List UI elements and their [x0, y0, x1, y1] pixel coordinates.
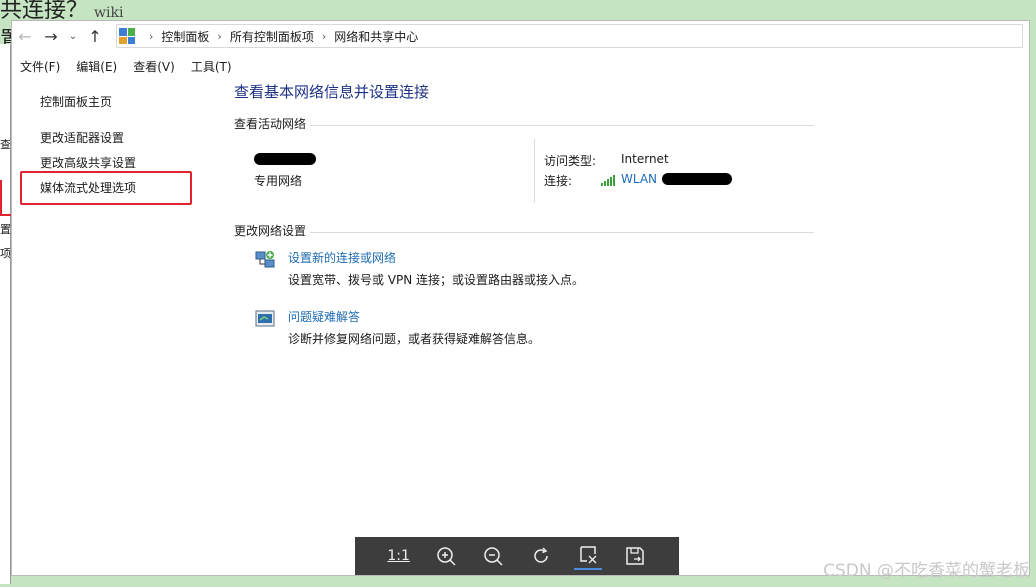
breadcrumb-item[interactable]: 控制面板: [161, 28, 209, 45]
save-button[interactable]: [621, 542, 649, 570]
rotate-icon: [533, 547, 548, 563]
menu-view[interactable]: 查看(V): [125, 57, 183, 77]
section-divider: [310, 125, 814, 126]
breadcrumb-item[interactable]: 网络和共享中心: [334, 28, 418, 45]
background-fragment: 项: [0, 248, 11, 260]
up-button[interactable]: ↑: [82, 22, 108, 50]
redacted-network-name: [254, 153, 316, 165]
background-window-strip: 查 置 项: [0, 44, 11, 584]
troubleshoot-icon: [254, 308, 276, 330]
sidebar-item-change-advanced-sharing[interactable]: 更改高级共享设置: [40, 154, 136, 171]
menu-tools[interactable]: 工具(T): [183, 57, 240, 77]
menu-file[interactable]: 文件(F): [12, 57, 68, 77]
troubleshoot-link[interactable]: 问题疑难解答: [288, 308, 360, 325]
menu-edit[interactable]: 编辑(E): [68, 57, 125, 77]
up-arrow-icon: ↑: [88, 26, 102, 46]
section-divider: [310, 232, 814, 233]
address-field[interactable]: › 控制面板 › 所有控制面板项 › 网络和共享中心: [116, 24, 1023, 48]
back-button[interactable]: ←: [12, 22, 38, 50]
change-settings-heading: 更改网络设置: [234, 224, 307, 238]
forward-arrow-icon: →: [44, 26, 58, 46]
background-red-mark: [0, 214, 11, 216]
wifi-signal-icon: [601, 174, 615, 186]
troubleshoot-desc: 诊断并修复网络问题，或者获得疑难解答信息。: [288, 332, 541, 346]
connection-label: 连接:: [544, 174, 573, 188]
background-fragment: 查: [0, 139, 11, 151]
new-connection-icon: [254, 249, 276, 271]
active-networks-heading: 查看活动网络: [234, 117, 307, 131]
sidebar-item-control-panel-home[interactable]: 控制面板主页: [40, 93, 112, 110]
zoom-in-button[interactable]: [432, 542, 460, 570]
chevron-down-icon: ⌄: [68, 30, 78, 42]
breadcrumb-item[interactable]: 所有控制面板项: [230, 28, 314, 45]
vertical-divider: [534, 139, 535, 203]
connection-wlan-link[interactable]: WLAN: [621, 172, 657, 186]
setup-new-connection-link[interactable]: 设置新的连接或网络: [288, 249, 396, 266]
crop-icon: [580, 546, 597, 564]
network-sharing-center-window: ← → ⌄ ↑ › 控制面板 › 所有控制面板项 › 网络和共享中心 文件(F)…: [11, 20, 1030, 576]
breadcrumb-separator-icon: ›: [149, 29, 154, 43]
background-red-mark: [0, 180, 2, 216]
breadcrumb-separator-icon: ›: [217, 29, 222, 43]
setup-new-connection-desc: 设置宽带、拨号或 VPN 连接；或设置路由器或接入点。: [288, 273, 585, 287]
page-title: 查看基本网络信息并设置连接: [234, 83, 430, 101]
zoom-in-icon: [437, 547, 456, 566]
zoom-out-icon: [484, 547, 503, 566]
control-panel-icon: [119, 28, 135, 44]
actual-size-button[interactable]: 1:1: [385, 542, 413, 570]
crop-button[interactable]: [573, 542, 602, 570]
recent-locations-button[interactable]: ⌄: [64, 22, 82, 50]
back-arrow-icon: ←: [18, 26, 32, 46]
zoom-out-button[interactable]: [479, 542, 507, 570]
access-type-value: Internet: [621, 152, 669, 166]
menu-bar: 文件(F) 编辑(E) 查看(V) 工具(T): [12, 57, 240, 77]
address-bar-row: ← → ⌄ ↑ › 控制面板 › 所有控制面板项 › 网络和共享中心: [12, 21, 1029, 51]
image-viewer-toolbar: 1:1: [355, 537, 679, 575]
breadcrumb-separator-icon: ›: [321, 29, 327, 43]
csdn-watermark: CSDN @不吃香菜的蟹老板: [823, 561, 1030, 581]
sidebar-item-media-streaming[interactable]: 媒体流式处理选项: [40, 179, 136, 196]
sidebar-item-change-adapter-settings[interactable]: 更改适配器设置: [40, 129, 124, 146]
forward-button[interactable]: →: [38, 22, 64, 50]
rotate-button[interactable]: [527, 542, 555, 570]
background-fragment: 置: [0, 224, 11, 236]
network-type: 专用网络: [254, 174, 303, 188]
redacted-ssid: [662, 173, 732, 185]
save-icon: [626, 547, 645, 565]
sidebar: 控制面板主页 更改适配器设置 更改高级共享设置 媒体流式处理选项: [12, 77, 212, 573]
access-type-label: 访问类型:: [544, 154, 597, 168]
